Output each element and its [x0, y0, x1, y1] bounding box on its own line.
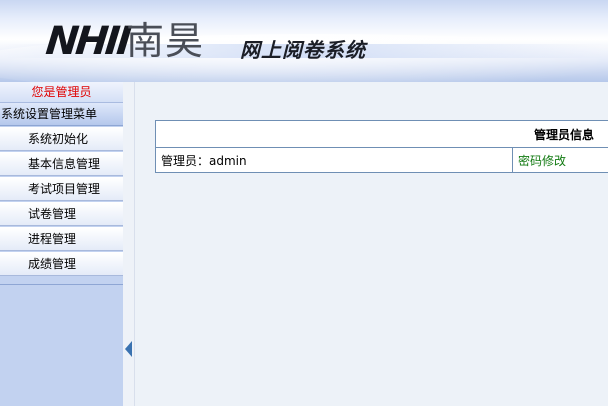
system-title: 网上阅卷系统 — [240, 38, 366, 62]
sidebar-item-scores[interactable]: 成绩管理 — [0, 252, 123, 276]
table-title: 管理员信息 — [155, 120, 608, 148]
admin-info-table: 管理员信息 管理员：admin 密码修改 — [155, 120, 608, 173]
sidebar-item-process[interactable]: 进程管理 — [0, 227, 123, 251]
password-cell: 密码修改 — [512, 147, 608, 173]
sidebar-item-system-init[interactable]: 系统初始化 — [0, 127, 123, 151]
menu-list: 系统初始化 基本信息管理 考试项目管理 试卷管理 进程管理 成绩管理 — [0, 127, 123, 276]
table-header-row: 管理员信息 — [155, 120, 608, 148]
role-banner: 您是管理员 — [0, 82, 123, 103]
menu-divider — [0, 284, 123, 285]
brand-logo-mark: NHII — [43, 19, 131, 64]
sidebar-item-papers[interactable]: 试卷管理 — [0, 202, 123, 226]
brand-logo-text: 南昊 — [126, 19, 205, 63]
menu-header[interactable]: 系统设置管理菜单 — [0, 103, 123, 126]
header-banner: NHII 南昊 网上阅卷系统 — [0, 0, 608, 82]
sidebar-menu: 您是管理员 系统设置管理菜单 系统初始化 基本信息管理 考试项目管理 试卷管理 … — [0, 82, 124, 406]
sidebar-item-exam-projects[interactable]: 考试项目管理 — [0, 177, 123, 201]
sidebar-item-basic-info[interactable]: 基本信息管理 — [0, 152, 123, 176]
table-row: 管理员：admin 密码修改 — [155, 147, 608, 173]
change-password-link[interactable]: 密码修改 — [518, 154, 566, 168]
sidebar-splitter[interactable] — [123, 82, 135, 406]
main-content: 管理员信息 管理员：admin 密码修改 — [135, 82, 608, 406]
admin-username: 管理员：admin — [155, 147, 513, 173]
collapse-left-icon[interactable] — [125, 341, 132, 357]
